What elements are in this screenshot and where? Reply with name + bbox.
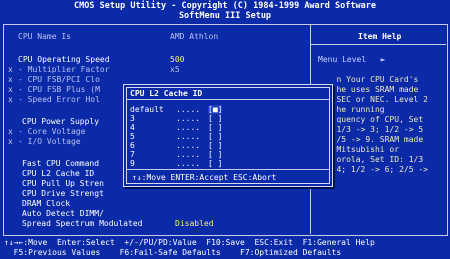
- help-line: orola, Set ID: 1/3: [322, 155, 424, 164]
- spread-spectrum-value[interactable]: Disabled: [175, 219, 214, 228]
- header-subtitle: SoftMenu III Setup: [178, 11, 272, 21]
- cpu-l2-cache-id-label[interactable]: CPU L2 Cache ID: [22, 169, 94, 178]
- disabled-marker: x: [8, 95, 13, 104]
- help-line: quency of CPU, Set: [322, 115, 424, 124]
- cpu-name-label: CPU Name Is: [18, 32, 71, 41]
- spread-spectrum-label[interactable]: Spread Spectrum Modulated: [22, 219, 142, 228]
- option-dots: .....: [176, 132, 201, 141]
- option-3-label[interactable]: 3: [130, 114, 135, 123]
- option-9-label[interactable]: 9: [130, 159, 135, 168]
- disabled-marker: x: [8, 127, 13, 136]
- option-dots: .....: [176, 123, 201, 132]
- core-voltage-label: - Core Voltage: [18, 127, 86, 136]
- cpu-pull-up-strength-label[interactable]: CPU Pull Up Stren: [22, 179, 104, 188]
- option-7-label[interactable]: 7: [130, 150, 135, 159]
- multiplier-factor-value: x5: [170, 65, 180, 74]
- option-7-checkbox[interactable]: [ ]: [208, 150, 222, 159]
- option-default-label[interactable]: default: [130, 105, 164, 114]
- help-line: 4; 1/2 -> 6; 2/5 ->: [322, 165, 428, 174]
- cpu-fsb-pci-clock-label: - CPU FSB/PCI Clo: [18, 75, 100, 84]
- disabled-marker: x: [8, 75, 13, 84]
- key-legend-row2: F5:Previous Values F6:Fail-Safe Defaults…: [4, 248, 342, 257]
- cpu-operating-speed-label[interactable]: CPU Operating Speed: [18, 55, 110, 64]
- key-legend-row1: ↑↓→←:Move Enter:Select +/-/PU/PD:Value F…: [4, 238, 375, 247]
- help-line: he uses SRAM made: [322, 85, 419, 94]
- help-line: 1/3 -> 3; 1/2 -> 5: [322, 125, 424, 134]
- option-3-checkbox[interactable]: [ ]: [208, 114, 222, 123]
- disabled-marker: x: [8, 65, 13, 74]
- disabled-marker: x: [8, 137, 13, 146]
- io-voltage-label: - I/O Voltage: [18, 137, 81, 146]
- popup-hint-divider: [126, 169, 330, 170]
- cpu-drive-strength-label[interactable]: CPU Drive Strengt: [22, 189, 104, 198]
- option-dots: .....: [176, 141, 201, 150]
- menu-level: Menu Level ►: [318, 55, 386, 64]
- option-dots: .....: [176, 114, 201, 123]
- option-5-checkbox[interactable]: [ ]: [208, 132, 222, 141]
- header-title: CMOS Setup Utility - Copyright (C) 1984-…: [74, 1, 376, 11]
- help-line: /5 -> 9. SRAM made: [322, 135, 424, 144]
- option-4-label[interactable]: 4: [130, 123, 135, 132]
- fast-cpu-command-label[interactable]: Fast CPU Command: [22, 159, 99, 168]
- option-dots: .....: [176, 159, 201, 168]
- option-6-checkbox[interactable]: [ ]: [208, 141, 222, 150]
- help-line: SEC or NEC. Level 2: [322, 95, 428, 104]
- popup-title: CPU L2 Cache ID: [130, 89, 203, 98]
- help-divider: [311, 44, 446, 45]
- dram-clock-label[interactable]: DRAM Clock: [22, 199, 70, 208]
- disabled-marker: x: [8, 85, 13, 94]
- cpu-fsb-plus-label: - CPU FSB Plus (M: [18, 85, 100, 94]
- cpu-power-supply-label[interactable]: CPU Power Supply: [22, 117, 99, 126]
- popup-key-hint: ↑↓:Move ENTER:Accept ESC:Abort: [132, 173, 277, 182]
- help-line: n Your CPU Card's: [322, 75, 419, 84]
- cpu-name-value: AMD Athlon: [170, 32, 219, 41]
- speed-error-hold-label: - Speed Error Hol: [18, 95, 100, 104]
- item-help-title: Item Help: [358, 32, 402, 41]
- option-6-label[interactable]: 6: [130, 141, 135, 150]
- option-dots: .....: [176, 105, 201, 114]
- help-line: Mitsubishi or: [322, 145, 400, 154]
- l2-cache-id-popup: CPU L2 Cache ID default ..... [■] 3 ....…: [123, 84, 333, 187]
- auto-detect-dimm-label[interactable]: Auto Detect DIMM/: [22, 209, 104, 218]
- cpu-operating-speed-value[interactable]: 500: [170, 55, 184, 64]
- option-4-checkbox[interactable]: [ ]: [208, 123, 222, 132]
- option-9-checkbox[interactable]: [ ]: [208, 159, 222, 168]
- option-dots: .....: [176, 150, 201, 159]
- multiplier-factor-label: - Multiplier Factor: [18, 65, 110, 74]
- popup-title-divider: [126, 99, 330, 100]
- option-5-label[interactable]: 5: [130, 132, 135, 141]
- option-default-checkbox[interactable]: [■]: [208, 105, 223, 114]
